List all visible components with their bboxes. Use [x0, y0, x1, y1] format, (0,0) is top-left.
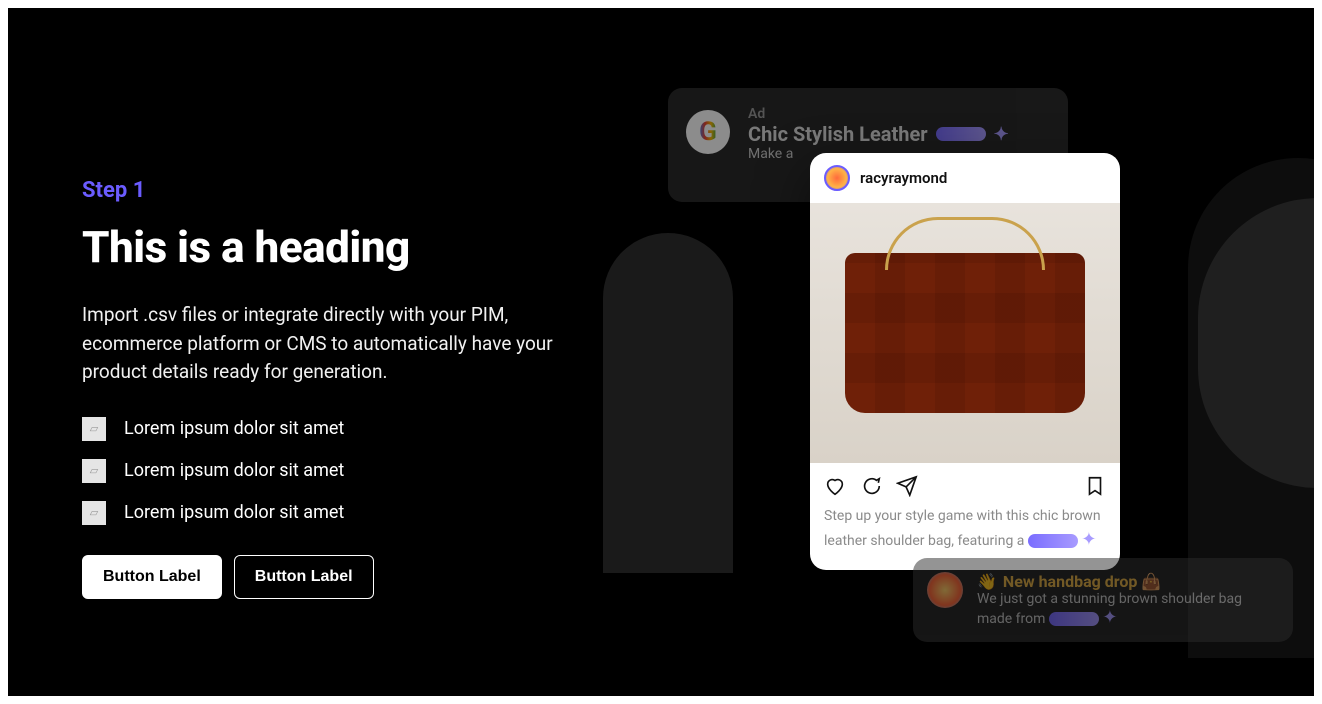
sparkle-icon: ✦ [1102, 607, 1117, 628]
landing-section: Step 1 This is a heading Import .csv fil… [8, 8, 1314, 696]
list-item-label: Lorem ipsum dolor sit amet [124, 460, 344, 481]
bookmark-icon[interactable] [1084, 475, 1106, 497]
sparkle-icon: ✦ [994, 124, 1009, 145]
list-item: ▱ Lorem ipsum dolor sit amet [82, 501, 622, 525]
avatar [927, 572, 963, 608]
list-item-label: Lorem ipsum dolor sit amet [124, 418, 344, 439]
handbag-illustration [845, 253, 1085, 413]
feature-list: ▱ Lorem ipsum dolor sit amet ▱ Lorem ips… [82, 417, 622, 525]
ai-pill-icon [936, 127, 986, 141]
username: racyraymond [860, 169, 947, 187]
decorative-arch [603, 233, 733, 573]
ai-pill-icon [1028, 534, 1078, 548]
comment-icon[interactable] [860, 475, 882, 497]
post-image [810, 203, 1120, 463]
ad-title: Chic Stylish Leather [748, 122, 928, 146]
chat-body: We just got a stunning brown shoulder ba… [977, 591, 1277, 628]
share-icon[interactable] [896, 475, 918, 497]
list-item-label: Lorem ipsum dolor sit amet [124, 502, 344, 523]
heart-icon[interactable] [824, 475, 846, 497]
primary-button[interactable]: Button Label [82, 555, 222, 599]
list-item: ▱ Lorem ipsum dolor sit amet [82, 459, 622, 483]
image-placeholder-icon: ▱ [82, 459, 106, 483]
social-post-card: racyraymond Step up your style game with… [810, 153, 1120, 570]
image-placeholder-icon: ▱ [82, 417, 106, 441]
button-row: Button Label Button Label [82, 555, 622, 599]
chat-preview-card: 👋 New handbag drop 👜 We just got a stunn… [913, 558, 1293, 642]
list-item: ▱ Lorem ipsum dolor sit amet [82, 417, 622, 441]
description: Import .csv files or integrate directly … [82, 301, 612, 387]
chat-title: 👋 New handbag drop 👜 [977, 572, 1277, 591]
image-placeholder-icon: ▱ [82, 501, 106, 525]
sparkle-icon: ✦ [1081, 529, 1096, 550]
page-title: This is a heading [82, 221, 622, 273]
google-logo-icon: G [686, 110, 730, 154]
post-actions [810, 463, 1120, 503]
text-column: Step 1 This is a heading Import .csv fil… [82, 178, 622, 599]
ad-badge: Ad [748, 106, 1048, 122]
avatar [824, 165, 850, 191]
secondary-button[interactable]: Button Label [234, 555, 374, 599]
ai-pill-icon [1049, 612, 1099, 626]
post-header: racyraymond [810, 153, 1120, 203]
step-label: Step 1 [82, 178, 622, 203]
